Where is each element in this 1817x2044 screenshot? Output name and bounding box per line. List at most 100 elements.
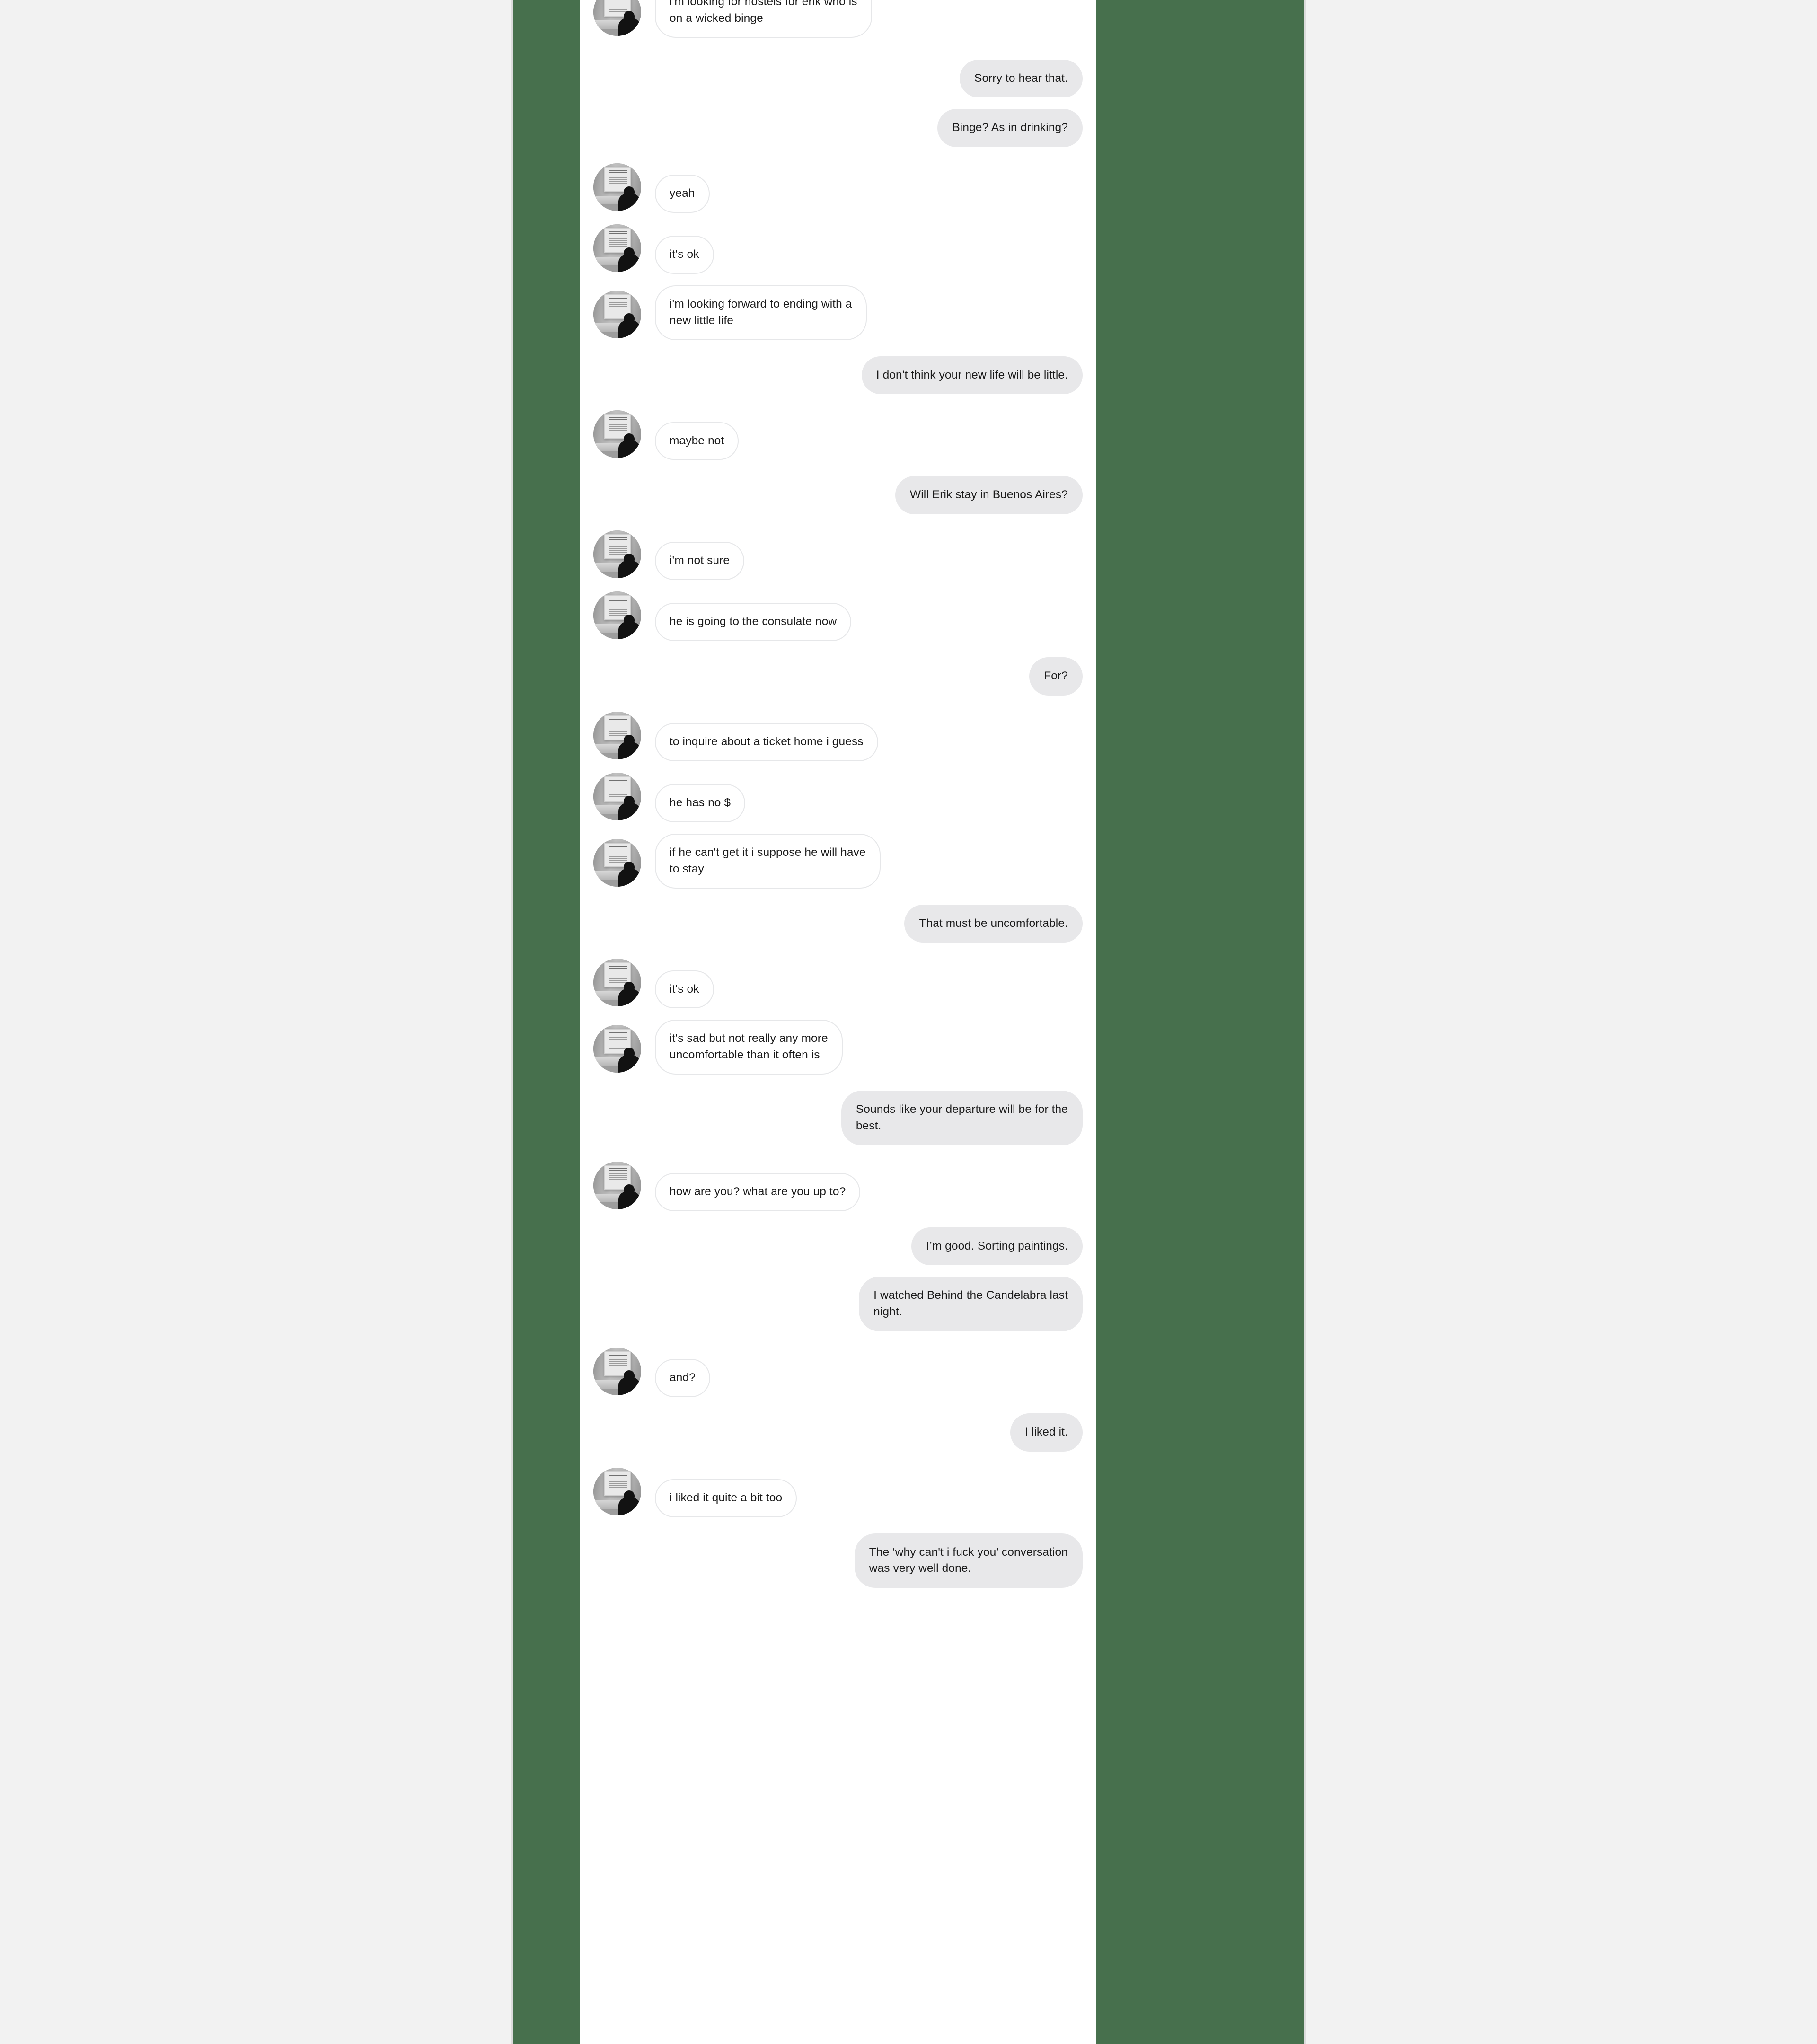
message-bubble[interactable]: how are you? what are you up to? bbox=[655, 1172, 861, 1211]
avatar-slot bbox=[580, 530, 655, 580]
message-row-incoming: i'm not sure bbox=[580, 530, 1096, 581]
avatar-ledge-lower bbox=[593, 1066, 621, 1073]
message-bubble[interactable]: he is going to the consulate now bbox=[655, 603, 852, 642]
page-seam-right bbox=[1304, 0, 1306, 2044]
message-bubble[interactable]: Sounds like your departure will be for t… bbox=[841, 1090, 1083, 1145]
message-row-incoming: and? bbox=[580, 1347, 1096, 1397]
person-viewing-framed-document-photo-icon[interactable] bbox=[593, 1024, 641, 1073]
message-row-outgoing: That must be uncomfortable. bbox=[580, 904, 1096, 943]
person-viewing-framed-document-photo-icon[interactable] bbox=[593, 163, 641, 211]
message-row-outgoing: Sorry to hear that. bbox=[580, 59, 1096, 98]
message-bubble[interactable]: Binge? As in drinking? bbox=[937, 109, 1083, 148]
message-bubble[interactable]: That must be uncomfortable. bbox=[904, 904, 1083, 943]
message-row-incoming: i'm looking for hostels for erik who is … bbox=[580, 0, 1096, 38]
message-bubble[interactable]: I don't think your new life will be litt… bbox=[861, 356, 1083, 395]
message-bubble[interactable]: Will Erik stay in Buenos Aires? bbox=[895, 476, 1083, 515]
chat-sheet[interactable]: i'm looking for hostels for erik who is … bbox=[580, 0, 1096, 2044]
avatar-person-body bbox=[618, 18, 640, 36]
message-bubble[interactable]: yeah bbox=[655, 175, 710, 213]
message-bubble[interactable]: to inquire about a ticket home i guess bbox=[655, 723, 878, 762]
avatar-person-body bbox=[618, 1377, 640, 1395]
avatar-ledge-lower bbox=[593, 752, 621, 760]
message-row-incoming: i'm looking forward to ending with a new… bbox=[580, 285, 1096, 340]
avatar-slot bbox=[580, 1347, 655, 1397]
avatar-ledge-lower bbox=[593, 1000, 621, 1007]
avatar-ledge-lower bbox=[593, 633, 621, 640]
message-bubble[interactable]: I liked it. bbox=[1010, 1413, 1083, 1452]
message-bubble[interactable]: For? bbox=[1029, 657, 1083, 696]
message-bubble[interactable]: The ‘why can't i fuck you’ conversation … bbox=[854, 1533, 1083, 1588]
avatar-slot bbox=[580, 959, 655, 1008]
avatar-slot bbox=[580, 712, 655, 761]
screenshot-root: i'm looking for hostels for erik who is … bbox=[0, 0, 1817, 2044]
message-row-incoming: it's sad but not really any more uncomfo… bbox=[580, 1020, 1096, 1075]
message-bubble[interactable]: maybe not bbox=[655, 422, 739, 460]
avatar-ledge-lower bbox=[593, 331, 621, 338]
message-bubble[interactable]: i'm looking forward to ending with a new… bbox=[655, 285, 867, 340]
message-thread[interactable]: i'm looking for hostels for erik who is … bbox=[580, 0, 1096, 1588]
person-viewing-framed-document-photo-icon[interactable] bbox=[593, 410, 641, 458]
person-viewing-framed-document-photo-icon[interactable] bbox=[593, 530, 641, 579]
avatar-person-body bbox=[618, 1497, 640, 1515]
message-bubble[interactable]: it's sad but not really any more uncomfo… bbox=[655, 1020, 843, 1075]
message-bubble[interactable]: i'm not sure bbox=[655, 542, 745, 581]
message-row-outgoing: I watched Behind the Candelabra last nig… bbox=[580, 1277, 1096, 1331]
person-viewing-framed-document-photo-icon[interactable] bbox=[593, 712, 641, 760]
avatar-slot bbox=[580, 290, 655, 340]
message-row-outgoing: Binge? As in drinking? bbox=[580, 109, 1096, 148]
avatar-ledge-lower bbox=[593, 451, 621, 458]
message-bubble[interactable]: i'm looking for hostels for erik who is … bbox=[655, 0, 872, 38]
avatar-person-body bbox=[618, 254, 640, 273]
avatar-slot bbox=[580, 224, 655, 274]
avatar-person-body bbox=[618, 193, 640, 211]
avatar-ledge-lower bbox=[593, 1202, 621, 1209]
message-row-outgoing: I liked it. bbox=[580, 1413, 1096, 1452]
person-viewing-framed-document-photo-icon[interactable] bbox=[593, 773, 641, 821]
message-row-incoming: yeah bbox=[580, 163, 1096, 213]
avatar-person-body bbox=[618, 802, 640, 821]
avatar-slot bbox=[580, 1024, 655, 1075]
avatar-person-body bbox=[618, 1191, 640, 1209]
avatar-person-body bbox=[618, 1054, 640, 1073]
message-bubble[interactable]: and? bbox=[655, 1359, 710, 1397]
person-viewing-framed-document-photo-icon[interactable] bbox=[593, 1467, 641, 1515]
message-bubble[interactable]: I watched Behind the Candelabra last nig… bbox=[859, 1277, 1083, 1331]
avatar-person-body bbox=[618, 988, 640, 1007]
avatar-person-body bbox=[618, 560, 640, 579]
avatar-ledge-lower bbox=[593, 204, 621, 211]
person-viewing-framed-document-photo-icon[interactable] bbox=[593, 224, 641, 273]
message-bubble[interactable]: I’m good. Sorting paintings. bbox=[911, 1227, 1083, 1266]
message-row-outgoing: I’m good. Sorting paintings. bbox=[580, 1227, 1096, 1266]
avatar-slot bbox=[580, 410, 655, 460]
message-bubble[interactable]: if he can't get it i suppose he will hav… bbox=[655, 834, 881, 889]
message-bubble[interactable]: he has no $ bbox=[655, 784, 746, 823]
message-bubble[interactable]: it's ok bbox=[655, 236, 714, 274]
message-bubble[interactable]: it's ok bbox=[655, 970, 714, 1009]
avatar-person-body bbox=[618, 621, 640, 640]
person-viewing-framed-document-photo-icon[interactable] bbox=[593, 290, 641, 338]
avatar-slot bbox=[580, 0, 655, 38]
person-viewing-framed-document-photo-icon[interactable] bbox=[593, 1161, 641, 1209]
person-viewing-framed-document-photo-icon[interactable] bbox=[593, 591, 641, 640]
avatar-slot bbox=[580, 838, 655, 889]
message-row-outgoing: I don't think your new life will be litt… bbox=[580, 356, 1096, 395]
person-viewing-framed-document-photo-icon[interactable] bbox=[593, 838, 641, 887]
message-row-incoming: it's ok bbox=[580, 959, 1096, 1009]
person-viewing-framed-document-photo-icon[interactable] bbox=[593, 1347, 641, 1395]
avatar-person-body bbox=[618, 440, 640, 458]
avatar-ledge-lower bbox=[593, 880, 621, 887]
message-row-incoming: he is going to the consulate now bbox=[580, 591, 1096, 642]
message-row-outgoing: Will Erik stay in Buenos Aires? bbox=[580, 476, 1096, 515]
avatar-ledge-lower bbox=[593, 572, 621, 579]
avatar-person-body bbox=[618, 320, 640, 338]
message-bubble[interactable]: Sorry to hear that. bbox=[960, 59, 1083, 98]
message-row-incoming: it's ok bbox=[580, 224, 1096, 274]
message-bubble[interactable]: i liked it quite a bit too bbox=[655, 1479, 797, 1517]
message-row-outgoing: Sounds like your departure will be for t… bbox=[580, 1090, 1096, 1145]
message-row-incoming: to inquire about a ticket home i guess bbox=[580, 712, 1096, 762]
message-row-outgoing: The ‘why can't i fuck you’ conversation … bbox=[580, 1533, 1096, 1588]
message-row-incoming: he has no $ bbox=[580, 773, 1096, 823]
avatar-person-body bbox=[618, 868, 640, 887]
person-viewing-framed-document-photo-icon[interactable] bbox=[593, 0, 641, 36]
person-viewing-framed-document-photo-icon[interactable] bbox=[593, 959, 641, 1007]
